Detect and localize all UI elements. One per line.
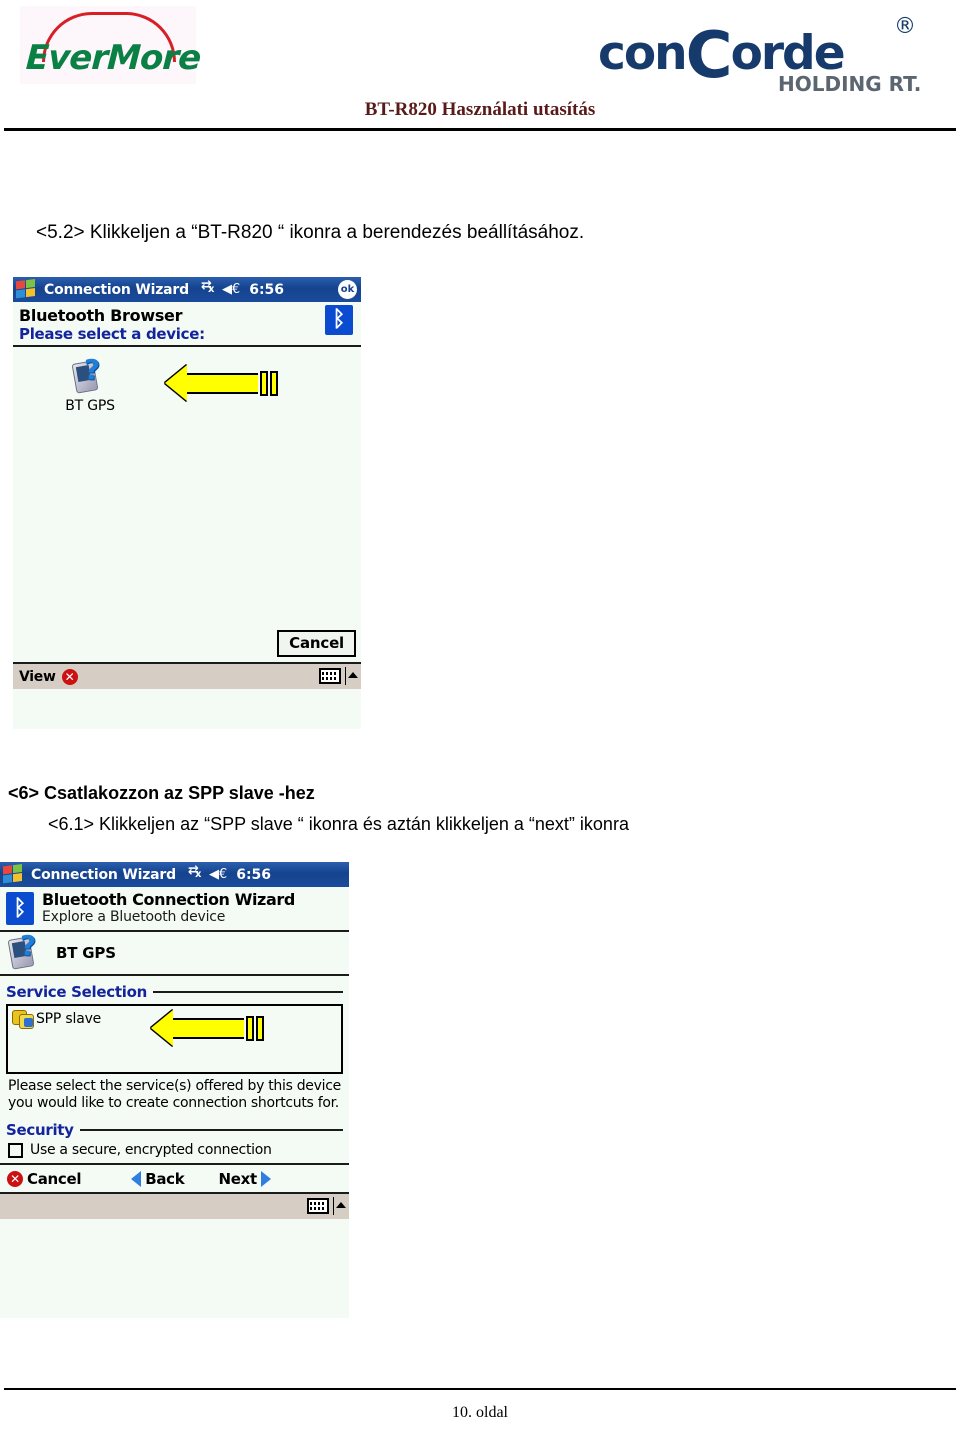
windows-flag-icon (16, 279, 38, 301)
cancel-label: Cancel (27, 1169, 82, 1188)
keyboard-icon[interactable] (307, 1198, 329, 1214)
titlebar-status-icons: ◀€ 6:56 (188, 864, 271, 883)
device-label: BT GPS (65, 398, 115, 414)
step-6-text: <6> Csatlakozzon az SPP slave -hez (8, 783, 315, 803)
service-gear-icon (12, 1009, 34, 1029)
device-divider-line (0, 974, 349, 976)
evermore-wordmark: EverMore (24, 38, 202, 78)
windows-flag-icon (3, 864, 25, 886)
wizard-subheading: Explore a Bluetooth device (42, 909, 226, 925)
chevron-up-icon[interactable] (348, 672, 358, 678)
clock-label[interactable]: 6:56 (249, 282, 284, 298)
connectivity-icon[interactable] (201, 279, 217, 297)
titlebar-title: Connection Wizard (44, 281, 189, 298)
annotation-arrow-left (165, 365, 278, 401)
secure-connection-checkbox[interactable] (8, 1142, 23, 1158)
close-icon: ✕ (7, 1170, 23, 1187)
concorde-subtitle: HOLDING RT. (778, 72, 922, 96)
header-divider (4, 128, 956, 131)
back-label: Back (145, 1169, 185, 1188)
speaker-icon[interactable]: ◀€ (222, 283, 240, 296)
taskbar-view-group[interactable]: View ✕ (19, 668, 78, 685)
pda-device-icon: ? (71, 356, 108, 395)
taskbar: View ✕ (13, 662, 361, 689)
bluetooth-icon: ᛒ (6, 892, 34, 925)
selected-device-row[interactable]: ? BT GPS (0, 932, 349, 974)
screenshot-connection-wizard: Connection Wizard ◀€ 6:56 ᛒ Bluetooth Co… (0, 862, 349, 1318)
step-6-1-text: <6.1> Klikkeljen az “SPP slave “ ikonra … (48, 814, 629, 834)
service-listbox[interactable]: SPP slave (6, 1004, 343, 1074)
view-label: View (19, 668, 56, 685)
cancel-button[interactable]: ✕ Cancel (7, 1169, 82, 1188)
security-label: Security (6, 1121, 80, 1139)
page-header: EverMore conCorde ® HOLDING RT. BT-R820 … (0, 0, 960, 136)
taskbar-separator (333, 1197, 334, 1215)
evermore-logo: EverMore (20, 6, 202, 84)
cancel-button[interactable]: Cancel (277, 630, 356, 657)
next-button[interactable]: Next (218, 1169, 271, 1188)
concorde-wordmark-con: con (598, 26, 688, 81)
pda-device-icon: ? (7, 932, 44, 971)
step-5-2-text: <5.2> Klikkeljen a “BT-R820 “ ikonra a b… (36, 222, 585, 243)
secure-connection-row[interactable]: Use a secure, encrypted connection (0, 1139, 349, 1163)
bluetooth-icon: ᛒ (325, 305, 353, 335)
speaker-icon[interactable]: ◀€ (209, 868, 227, 881)
service-selection-label: Service Selection (6, 983, 153, 1001)
keyboard-icon[interactable] (319, 668, 341, 684)
service-help-text: Please select the service(s) offered by … (8, 1078, 341, 1111)
page-number: 10. oldal (452, 1404, 508, 1421)
wizard-header: ᛒ Bluetooth Connection Wizard Explore a … (0, 887, 349, 930)
browser-subheading: Please select a device: (19, 325, 205, 343)
titlebar-title: Connection Wizard (31, 866, 176, 883)
ok-button[interactable]: ok (338, 280, 357, 299)
arrow-right-icon (260, 1170, 271, 1187)
next-label: Next (218, 1169, 257, 1188)
security-group: Security (6, 1120, 343, 1139)
service-selection-group: Service Selection SPP slave (6, 982, 343, 1074)
wizard-heading: Bluetooth Connection Wizard (42, 890, 295, 909)
footer-divider (4, 1388, 956, 1390)
wizard-navbar: ✕ Cancel Back Next (0, 1163, 349, 1192)
back-button[interactable]: Back (131, 1169, 185, 1188)
arrow-left-icon (131, 1170, 142, 1187)
device-list-area: ? BT GPS Cancel (13, 347, 361, 662)
taskbar (0, 1192, 349, 1219)
document-title: BT-R820 Használati utasítás (364, 99, 596, 120)
registered-trademark-icon: ® (894, 14, 916, 39)
close-icon[interactable]: ✕ (61, 668, 78, 685)
browser-header: Bluetooth Browser Please select a device… (13, 302, 361, 345)
device-label: BT GPS (56, 944, 116, 962)
titlebar-status-icons: ◀€ 6:56 (201, 279, 284, 298)
chevron-up-icon[interactable] (336, 1202, 346, 1208)
device-tile-bt-gps[interactable]: ? BT GPS (45, 356, 135, 415)
taskbar-separator (345, 667, 346, 685)
screenshot-bluetooth-browser: Connection Wizard ◀€ 6:56 ok Bluetooth B… (13, 277, 361, 729)
service-label: SPP slave (36, 1011, 102, 1027)
titlebar: Connection Wizard ◀€ 6:56 (0, 862, 349, 887)
concorde-wordmark-c: C (685, 19, 733, 93)
browser-heading: Bluetooth Browser (19, 306, 183, 325)
connectivity-icon[interactable] (188, 864, 204, 882)
concorde-logo: conCorde ® HOLDING RT. (598, 8, 938, 96)
clock-label[interactable]: 6:56 (236, 867, 271, 883)
titlebar: Connection Wizard ◀€ 6:56 ok (13, 277, 361, 302)
secure-connection-label: Use a secure, encrypted connection (30, 1142, 272, 1158)
annotation-arrow-left (151, 1010, 264, 1046)
